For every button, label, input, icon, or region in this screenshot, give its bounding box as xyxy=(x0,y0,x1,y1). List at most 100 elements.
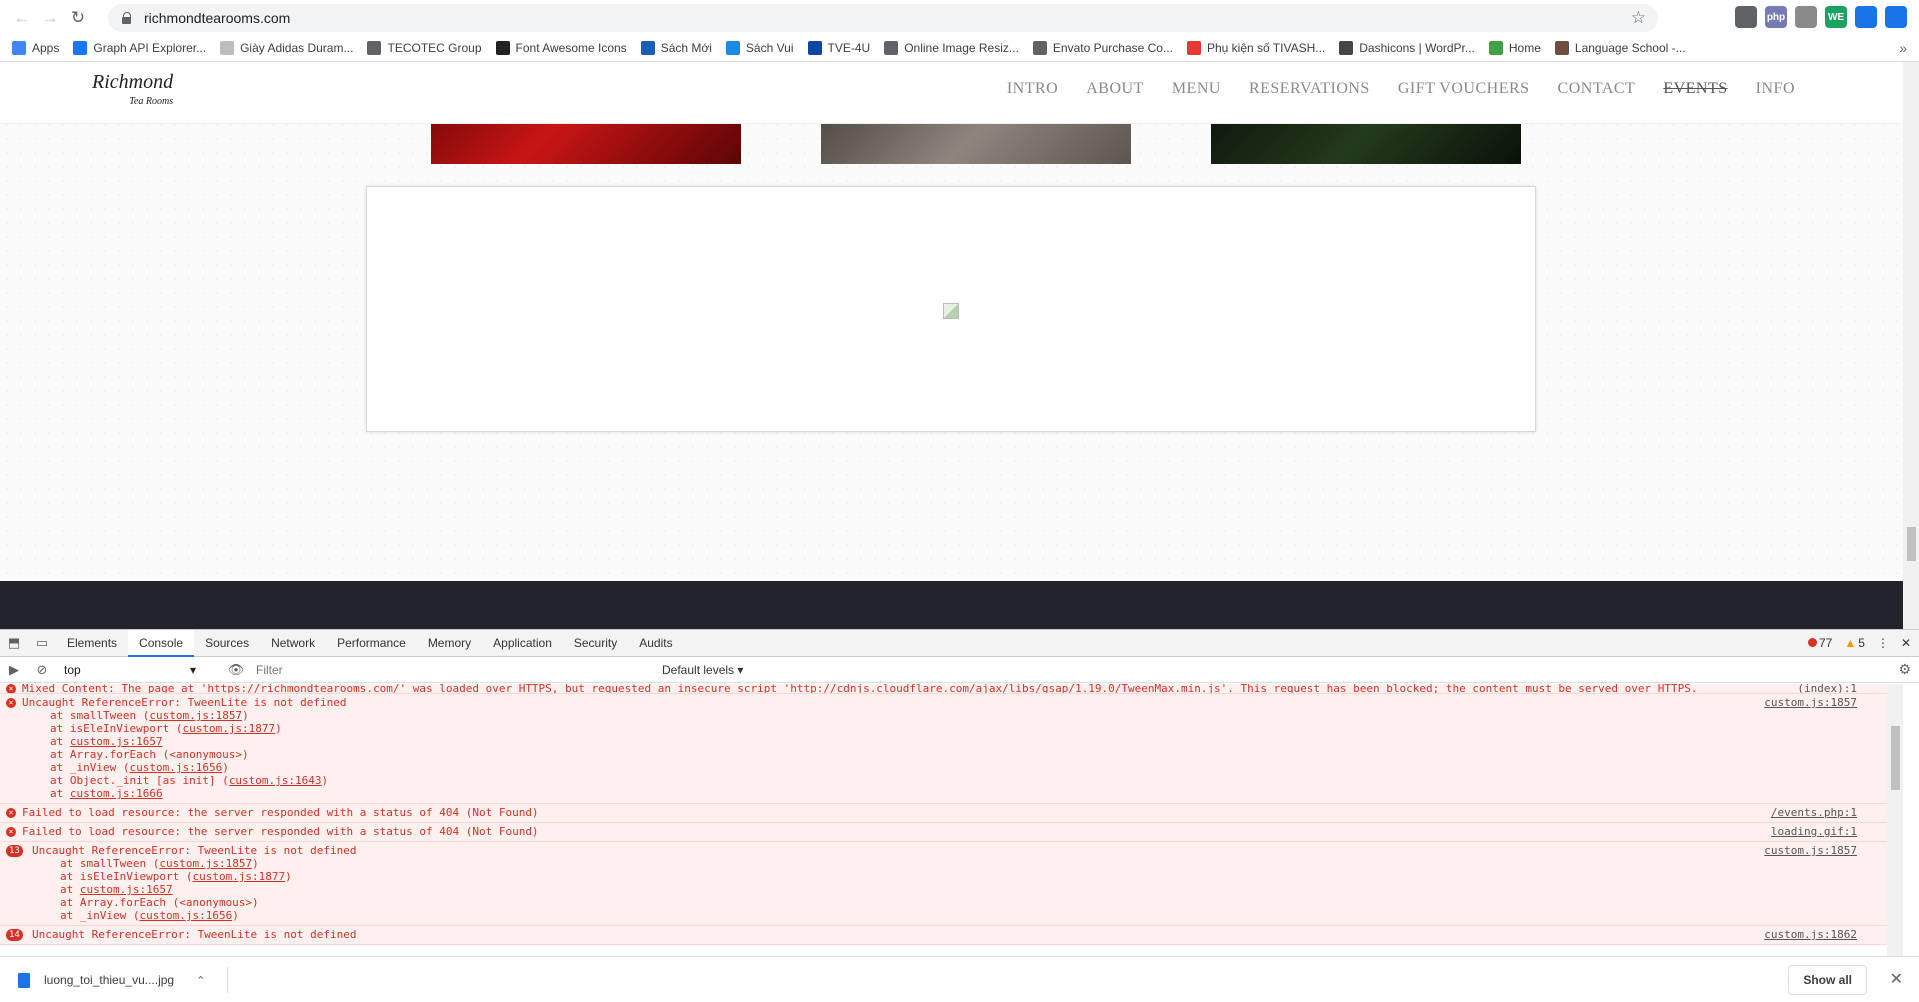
nav-item-intro[interactable]: INTRO xyxy=(1007,80,1058,98)
stack-frame-link[interactable]: custom.js:1656 xyxy=(129,761,222,774)
stack-frame-link[interactable]: custom.js:1657 xyxy=(70,735,163,748)
extension-icon[interactable] xyxy=(1855,6,1877,28)
stack-frame-link[interactable]: custom.js:1857 xyxy=(149,709,242,722)
stack-frame: at custom.js:1666 xyxy=(22,787,1857,800)
site-header: Richmond Tea Rooms INTRO ABOUT MENU RESERVA… xyxy=(0,62,1903,124)
download-bar-close-icon[interactable]: ✕ xyxy=(1890,969,1903,989)
stack-frame-link[interactable]: custom.js:1877 xyxy=(182,722,275,735)
stack-frame-link[interactable]: custom.js:1857 xyxy=(159,857,252,870)
devtools-close-icon[interactable]: ✕ xyxy=(1901,636,1911,650)
devtools-tab-elements[interactable]: Elements xyxy=(56,630,128,657)
nav-item-events[interactable]: EVENTS xyxy=(1663,80,1727,98)
chevron-up-icon[interactable]: ⌃ xyxy=(196,974,205,987)
show-all-button[interactable]: Show all xyxy=(1788,965,1867,995)
log-levels-dropdown[interactable]: Default levels ▾ xyxy=(662,663,743,677)
extension-icon[interactable] xyxy=(1885,6,1907,28)
console-source-link[interactable]: /events.php:1 xyxy=(1771,806,1857,819)
nav-item-gift-vouchers[interactable]: GIFT VOUCHERS xyxy=(1398,80,1530,98)
console-settings-gear-icon[interactable]: ⚙ xyxy=(1898,661,1911,678)
nav-item-contact[interactable]: CONTACT xyxy=(1558,80,1636,98)
devtools-tab-console[interactable]: Console xyxy=(128,629,195,657)
stack-frame-text: at Array.forEach (<anonymous>) xyxy=(50,748,249,761)
console-scrollbar-thumb[interactable] xyxy=(1891,726,1900,790)
bookmark-item[interactable]: Online Image Resiz... xyxy=(884,41,1019,55)
bookmark-item[interactable]: Envato Purchase Co... xyxy=(1032,41,1173,55)
error-icon: × xyxy=(6,808,16,818)
extension-icon[interactable]: WE xyxy=(1825,6,1847,28)
console-source-link[interactable]: custom.js:1857 xyxy=(1764,696,1857,709)
download-item[interactable]: luong_toi_thieu_vu....jpg ⌃ xyxy=(18,967,228,993)
clear-console-icon[interactable]: ⊘ xyxy=(28,662,56,678)
bookmark-label: Language School -... xyxy=(1574,41,1686,55)
favicon-icon xyxy=(725,41,740,55)
console-message[interactable]: × Failed to load resource: the server res… xyxy=(0,823,1903,842)
nav-item-menu[interactable]: MENU xyxy=(1172,80,1221,98)
bookmark-item[interactable]: Apps xyxy=(12,41,59,55)
nav-item-reservations[interactable]: RESERVATIONS xyxy=(1249,80,1370,98)
console-message[interactable]: 14 Uncaught ReferenceError: TweenLite is … xyxy=(0,926,1903,945)
console-source-link[interactable]: (index):1 xyxy=(1797,684,1857,693)
bookmark-item[interactable]: Home xyxy=(1488,41,1541,55)
devtools-tab-memory[interactable]: Memory xyxy=(417,630,482,657)
bookmark-item[interactable]: Font Awesome Icons xyxy=(495,41,627,55)
bookmark-item[interactable]: Giày Adidas Duram... xyxy=(220,41,353,55)
bookmark-item[interactable]: Sách Mới xyxy=(640,41,712,55)
bookmark-item[interactable]: Dashicons | WordPr... xyxy=(1339,41,1475,55)
back-button[interactable]: ← xyxy=(8,4,36,32)
devtools-tab-security[interactable]: Security xyxy=(563,630,628,657)
reload-button[interactable]: ↻ xyxy=(64,4,92,32)
console-message[interactable]: × Uncaught ReferenceError: TweenLite is n… xyxy=(0,694,1903,804)
eye-icon[interactable]: 👁 xyxy=(222,662,250,678)
console-source-link[interactable]: custom.js:1857 xyxy=(1764,844,1857,857)
devtools-right-controls: 77 ▲ 5 ⋮ ✕ xyxy=(1808,636,1911,650)
site-logo[interactable]: Richmond Tea Rooms xyxy=(92,72,173,112)
console-source-link[interactable]: custom.js:1862 xyxy=(1764,928,1857,941)
extension-icon[interactable] xyxy=(1795,6,1817,28)
bookmark-item[interactable]: Language School -... xyxy=(1554,41,1686,55)
console-message[interactable]: × Failed to load resource: the server res… xyxy=(0,804,1903,823)
console-message-text: Uncaught ReferenceError: TweenLite is no… xyxy=(32,844,357,857)
devtools-tab-network[interactable]: Network xyxy=(260,630,326,657)
console-source-link[interactable]: loading.gif:1 xyxy=(1771,825,1857,838)
devtools-tab-performance[interactable]: Performance xyxy=(326,630,417,657)
address-bar[interactable]: richmondtearooms.com ☆ xyxy=(108,4,1658,32)
nav-item-about[interactable]: ABOUT xyxy=(1086,80,1144,98)
stack-frame-link[interactable]: custom.js:1657 xyxy=(80,883,173,896)
stack-frame-link[interactable]: custom.js:1666 xyxy=(70,787,163,800)
bookmarks-overflow-icon[interactable]: » xyxy=(1899,40,1907,56)
extension-icon[interactable]: php xyxy=(1765,6,1787,28)
console-scrollbar[interactable] xyxy=(1887,684,1903,957)
bookmark-item[interactable]: Sách Vui xyxy=(725,41,794,55)
devtools-menu-icon[interactable]: ⋮ xyxy=(1877,636,1889,650)
devtools-tab-audits[interactable]: Audits xyxy=(628,630,683,657)
stack-frame-text: at xyxy=(60,883,80,896)
favicon-icon xyxy=(1186,41,1201,55)
warning-counter[interactable]: ▲ 5 xyxy=(1844,636,1865,650)
bookmark-item[interactable]: Phụ kiện số TIVASH... xyxy=(1186,41,1325,55)
console-filter-input[interactable] xyxy=(250,660,650,680)
context-select[interactable]: top ▾ xyxy=(60,663,200,677)
bookmark-item[interactable]: TVE-4U xyxy=(807,41,870,55)
devtools-tab-sources[interactable]: Sources xyxy=(194,630,260,657)
address-url[interactable]: richmondtearooms.com xyxy=(144,10,290,26)
devtools-tab-application[interactable]: Application xyxy=(482,630,563,657)
favicon-icon xyxy=(884,41,899,55)
sidebar-toggle-icon[interactable]: ▶ xyxy=(0,662,28,678)
stack-frame-link[interactable]: custom.js:1877 xyxy=(192,870,285,883)
stack-frame-link[interactable]: custom.js:1643 xyxy=(229,774,322,787)
stack-frame: at smallTween (custom.js:1857) xyxy=(32,857,1857,870)
console-message[interactable]: 13 Uncaught ReferenceError: TweenLite is … xyxy=(0,842,1903,926)
error-counter[interactable]: 77 xyxy=(1808,636,1832,650)
bookmark-item[interactable]: TECOTEC Group xyxy=(367,41,482,55)
extension-icon[interactable] xyxy=(1735,6,1757,28)
inspect-element-icon[interactable]: ⬒ xyxy=(0,635,28,651)
stack-frame-link[interactable]: custom.js:1656 xyxy=(139,909,232,922)
bookmark-item[interactable]: Graph API Explorer... xyxy=(73,41,206,55)
bookmark-star-icon[interactable]: ☆ xyxy=(1631,8,1646,28)
forward-button[interactable]: → xyxy=(36,4,64,32)
page-scrollbar[interactable] xyxy=(1903,62,1919,629)
console-message[interactable]: × Mixed Content: The page at 'https://ric… xyxy=(0,684,1903,694)
nav-item-info[interactable]: INFO xyxy=(1756,80,1795,98)
device-toolbar-icon[interactable]: ▭ xyxy=(28,635,56,651)
page-scrollbar-thumb[interactable] xyxy=(1907,527,1916,561)
